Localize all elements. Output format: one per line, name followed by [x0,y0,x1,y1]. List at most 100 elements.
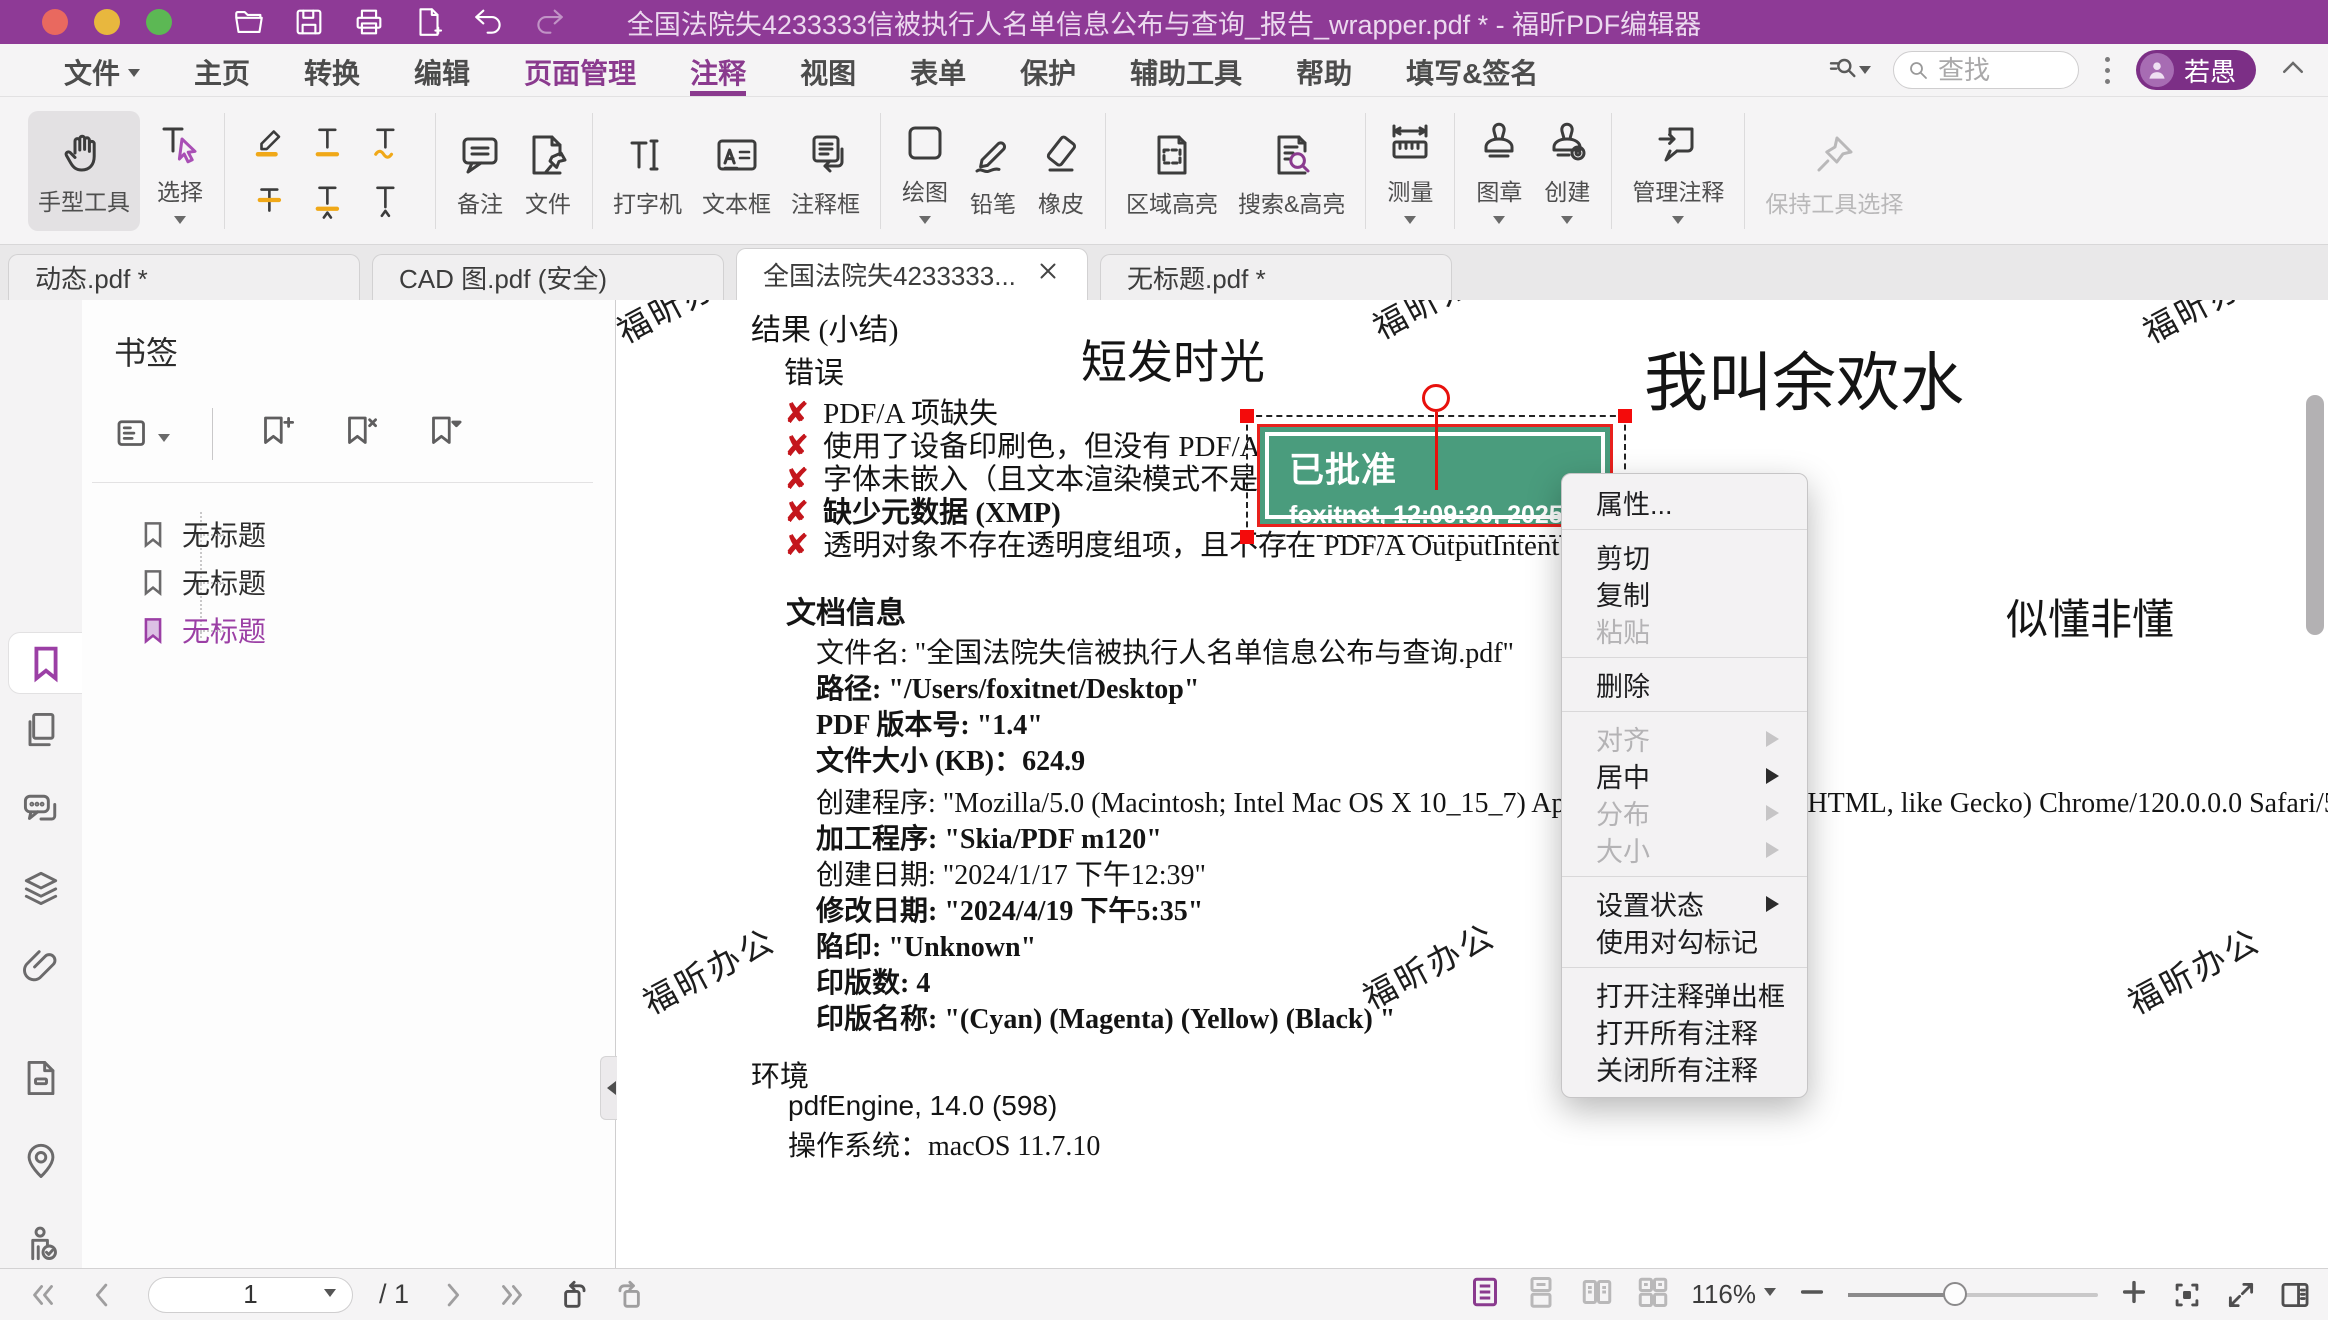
kebab-menu-icon[interactable] [2101,57,2114,84]
hand-tool-button[interactable]: 手型工具 [28,111,140,231]
context-menu-close-all[interactable]: 关闭所有注释 [1562,1050,1807,1087]
page-number-input[interactable] [191,1279,311,1310]
stamp-tool-button[interactable]: 图章 [1475,111,1523,230]
single-page-view-icon[interactable] [1467,1274,1503,1315]
strikeout-tool-icon[interactable] [243,171,301,229]
menu-convert[interactable]: 转换 [304,44,360,96]
panel-tab-signatures[interactable] [0,1222,82,1266]
continuous-view-icon[interactable] [1523,1274,1559,1315]
underline-tool-icon[interactable] [301,113,359,171]
highlight-tool-icon[interactable] [243,113,301,171]
context-menu-center[interactable]: 居中 [1562,757,1807,794]
print-icon[interactable] [350,3,388,41]
typewriter-tool-button[interactable]: 打字机 [613,123,682,219]
open-folder-icon[interactable] [230,3,268,41]
menu-fill-sign[interactable]: 填写&签名 [1406,44,1538,96]
panel-tab-attachments[interactable] [0,944,82,988]
context-menu-checkmark[interactable]: 使用对勾标记 [1562,922,1807,959]
note-tool-button[interactable]: 备注 [456,123,504,219]
collapse-toolbar-icon[interactable] [2278,53,2308,88]
zoom-slider[interactable] [1848,1293,2098,1297]
eraser-tool-button[interactable]: 橡皮 [1037,123,1085,219]
panel-tab-layers[interactable] [0,866,82,910]
context-menu-copy[interactable]: 复制 [1562,575,1807,612]
drawing-tool-button[interactable]: 绘图 [901,111,949,230]
panel-tab-pages[interactable] [0,708,82,752]
fit-page-button[interactable] [2170,1278,2204,1312]
resize-handle-bottom-left[interactable] [1240,530,1254,544]
menu-form[interactable]: 表单 [910,44,966,96]
context-menu-set-status[interactable]: 设置状态 [1562,885,1807,922]
menu-file[interactable]: 文件 [64,44,140,96]
insert-text-tool-icon[interactable] [359,171,417,229]
close-tab-icon[interactable] [1035,258,1061,291]
menu-page-management[interactable]: 页面管理 [524,44,636,96]
tab-dongtai[interactable]: 动态.pdf * [8,254,360,300]
next-page-button[interactable] [435,1278,469,1312]
previous-page-button[interactable] [86,1278,120,1312]
close-window-button[interactable] [42,9,68,35]
bookmark-more-icon[interactable] [423,411,465,458]
advanced-search-icon[interactable] [1827,54,1871,86]
panel-collapse-handle[interactable] [600,1056,617,1120]
redo-icon[interactable] [530,3,568,41]
zoom-window-button[interactable] [146,9,172,35]
fullscreen-button[interactable] [2224,1278,2258,1312]
bookmark-list-options-icon[interactable] [112,413,170,455]
zoom-level-dropdown[interactable]: 116% [1691,1279,1776,1310]
area-highlight-tool-button[interactable]: 区域高亮 [1126,123,1218,219]
tab-cad[interactable]: CAD 图.pdf (安全) [372,254,724,300]
search-input[interactable] [1938,55,2048,86]
menu-protect[interactable]: 保护 [1020,44,1076,96]
facing-continuous-view-icon[interactable] [1635,1274,1671,1315]
context-menu-cut[interactable]: 剪切 [1562,538,1807,575]
panel-tab-destinations[interactable] [0,1138,82,1182]
previous-view-button[interactable] [555,1278,589,1312]
panel-tab-fields[interactable] [0,1056,82,1100]
facing-view-icon[interactable] [1579,1274,1615,1315]
context-menu-open-popup[interactable]: 打开注释弹出框 [1562,976,1807,1013]
bookmark-item-2[interactable]: 无标题 [82,558,615,606]
menu-help[interactable]: 帮助 [1296,44,1352,96]
bookmark-item-3-selected[interactable]: 无标题 [82,606,615,654]
right-panel-toggle-button[interactable] [2278,1278,2312,1312]
pencil-tool-button[interactable]: 铅笔 [969,123,1017,219]
create-stamp-button[interactable]: 创建 [1543,111,1591,230]
search-highlight-tool-button[interactable]: 搜索&高亮 [1238,123,1345,219]
new-document-icon[interactable] [410,3,448,41]
replace-text-tool-icon[interactable] [301,171,359,229]
tab-active-document[interactable]: 全国法院失4233333... [736,248,1088,300]
user-account-button[interactable]: 若愚 [2136,50,2256,90]
menu-comment-active[interactable]: 注释 [690,44,746,96]
menu-home[interactable]: 主页 [194,44,250,96]
resize-handle-top-left[interactable] [1240,409,1254,423]
menu-accessibility[interactable]: 辅助工具 [1130,44,1242,96]
file-attachment-tool-button[interactable]: 文件 [524,123,572,219]
page-number-input-pill[interactable] [148,1277,353,1313]
context-menu-properties[interactable]: 属性... [1562,484,1807,521]
measure-tool-button[interactable]: 测量 [1386,111,1434,230]
undo-icon[interactable] [470,3,508,41]
panel-tab-comments[interactable] [0,788,82,832]
delete-bookmark-icon[interactable] [339,411,381,458]
add-bookmark-icon[interactable] [255,411,297,458]
menu-view[interactable]: 视图 [800,44,856,96]
bookmark-item-1[interactable]: 无标题 [82,510,615,558]
zoom-out-button[interactable] [1796,1276,1828,1313]
zoom-in-button[interactable] [2118,1276,2150,1313]
panel-tab-bookmarks-active[interactable] [8,632,82,694]
select-tool-button[interactable]: 选择 [156,111,204,230]
annotation-rotate-pin-icon[interactable] [1422,384,1450,412]
context-menu-delete[interactable]: 删除 [1562,666,1807,703]
search-input-pill[interactable] [1893,51,2079,89]
context-menu-open-all[interactable]: 打开所有注释 [1562,1013,1807,1050]
callout-tool-button[interactable]: 注释框 [791,123,860,219]
next-view-button[interactable] [615,1278,649,1312]
minimize-window-button[interactable] [94,9,120,35]
vertical-scrollbar-thumb[interactable] [2306,395,2324,635]
tab-untitled[interactable]: 无标题.pdf * [1100,254,1452,300]
manage-comments-button[interactable]: 管理注释 [1632,111,1724,230]
last-page-button[interactable] [495,1278,529,1312]
squiggly-underline-tool-icon[interactable] [359,113,417,171]
save-icon[interactable] [290,3,328,41]
